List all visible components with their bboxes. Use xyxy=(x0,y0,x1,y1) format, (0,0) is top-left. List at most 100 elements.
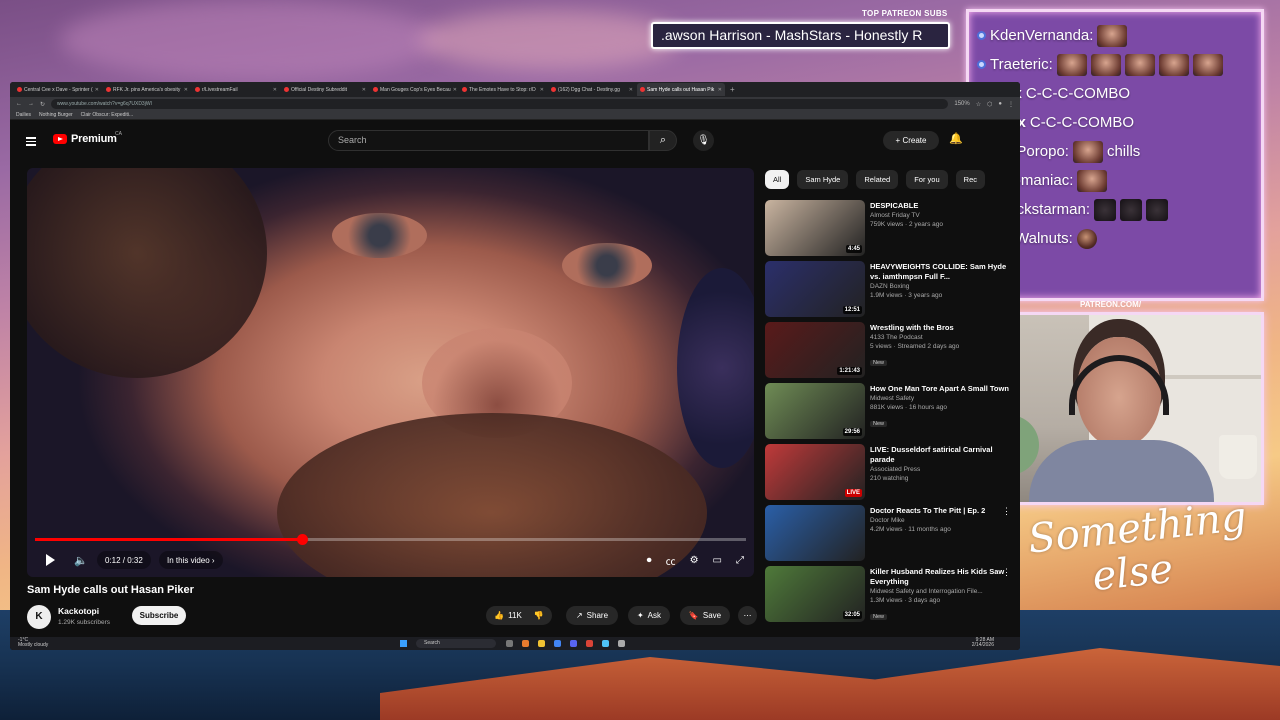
close-tab-icon[interactable]: ✕ xyxy=(95,87,99,93)
theater-mode-icon[interactable]: ▭ xyxy=(713,555,722,566)
recommended-video[interactable]: 32:05 Killer Husband Realizes His Kids Sa… xyxy=(765,565,1015,626)
browser-tab[interactable]: Man Gouges Cop's Eyes Becau ✕ xyxy=(370,83,458,96)
filter-chip[interactable]: For you xyxy=(906,170,948,189)
video-thumbnail[interactable]: 1:21:43 xyxy=(765,322,865,378)
bookmark-item[interactable]: Dailies xyxy=(16,112,31,118)
video-thumbnail[interactable]: 12:51 xyxy=(765,261,865,317)
browser-menu-icon[interactable]: ⋮ xyxy=(1008,101,1014,108)
rec-title[interactable]: Killer Husband Realizes His Kids Saw Eve… xyxy=(870,567,1010,587)
channel-name[interactable]: Kackotopi xyxy=(58,606,99,616)
recommended-video[interactable]: 29:56 How One Man Tore Apart A Small Town… xyxy=(765,382,1015,443)
taskbar-app-icon[interactable] xyxy=(506,640,513,647)
rec-channel[interactable]: 4133 The Podcast xyxy=(870,333,1010,342)
close-tab-icon[interactable]: ✕ xyxy=(540,87,544,93)
close-tab-icon[interactable]: ✕ xyxy=(453,87,457,93)
rec-channel[interactable]: DAZN Boxing xyxy=(870,282,1010,291)
rec-title[interactable]: HEAVYWEIGHTS COLLIDE: Sam Hyde vs. iamth… xyxy=(870,262,1010,282)
close-tab-icon[interactable]: ✕ xyxy=(718,87,722,93)
browser-tab[interactable]: Sam Hyde calls out Hasan Pik ✕ xyxy=(637,83,725,96)
subscribe-button[interactable]: Subscribe xyxy=(132,606,186,625)
thumbs-down-icon[interactable]: 👎 xyxy=(534,606,544,625)
taskbar-app-icon[interactable] xyxy=(586,640,593,647)
search-input[interactable]: Search xyxy=(328,130,649,151)
rec-channel[interactable]: Almost Friday TV xyxy=(870,211,1010,220)
like-count[interactable]: 11K xyxy=(508,606,522,625)
rec-channel[interactable]: Midwest Safety and Interrogation File... xyxy=(870,587,1010,596)
bookmark-item[interactable]: Nothing Burger xyxy=(39,112,73,118)
video-thumbnail[interactable]: 32:05 xyxy=(765,566,865,622)
bell-icon[interactable]: 🔔 xyxy=(949,132,963,145)
rec-title[interactable]: LIVE: Dusseldorf satirical Carnival para… xyxy=(870,445,1010,465)
rec-title[interactable]: Wrestling with the Bros xyxy=(870,323,1010,333)
new-tab-icon[interactable]: + xyxy=(726,85,739,94)
recommended-video[interactable]: 1:21:43 Wrestling with the Bros 4133 The P… xyxy=(765,321,1015,382)
browser-tab[interactable]: The Emotes Have to Stop: r/D ✕ xyxy=(459,83,547,96)
volume-icon[interactable]: 🔈 xyxy=(71,551,91,569)
youtube-logo[interactable]: Premium CA xyxy=(53,131,122,145)
recommended-video[interactable]: 12:51 HEAVYWEIGHTS COLLIDE: Sam Hyde vs. … xyxy=(765,260,1015,321)
video-thumbnail[interactable]: 29:56 xyxy=(765,383,865,439)
browser-tab[interactable]: RFK Jr. pins America's obesity ✕ xyxy=(103,83,191,96)
browser-tab[interactable]: (162) Dgg Chat - Destiny.gg ✕ xyxy=(548,83,636,96)
close-tab-icon[interactable]: ✕ xyxy=(629,87,633,93)
filter-chip[interactable]: Sam Hyde xyxy=(797,170,849,189)
browser-tab[interactable]: r/LivestreamFail ✕ xyxy=(192,83,280,96)
filter-chip[interactable]: All xyxy=(765,170,790,189)
taskbar-app-icon[interactable] xyxy=(602,640,609,647)
rec-channel[interactable]: Associated Press xyxy=(870,465,1010,474)
more-options-icon[interactable]: ⋮ xyxy=(1002,506,1011,517)
filter-chip[interactable]: Related xyxy=(856,170,899,189)
browser-tab[interactable]: Central Cee x Dave - Sprinter (✕ xyxy=(14,83,102,96)
taskbar-app-icon[interactable] xyxy=(554,640,561,647)
rec-channel[interactable]: Doctor Mike xyxy=(870,516,1010,525)
url-field[interactable]: www.youtube.com/watch?v=g6q7UXD3jWI xyxy=(51,99,949,109)
clock[interactable]: 9:28 AM 2/14/2026 xyxy=(972,638,994,648)
filter-chip[interactable]: Rec xyxy=(955,170,985,189)
back-icon[interactable]: ← xyxy=(16,101,22,107)
taskbar-app-icon[interactable] xyxy=(538,640,545,647)
rec-title[interactable]: How One Man Tore Apart A Small Town xyxy=(870,384,1010,394)
taskbar-app-icon[interactable] xyxy=(618,640,625,647)
autoplay-icon[interactable]: ⏺ xyxy=(647,555,652,566)
video-thumbnail[interactable]: 4:45 xyxy=(765,200,865,256)
in-this-video-button[interactable]: In this video › xyxy=(159,551,223,569)
recommended-video[interactable]: 4:45 DESPICABLE Almost Friday TV 759K views… xyxy=(765,199,1015,260)
windows-start-icon[interactable] xyxy=(400,640,407,647)
profile-icon[interactable]: ● xyxy=(998,101,1002,108)
captions-icon[interactable]: ㏄ xyxy=(666,553,676,568)
extensions-icon[interactable]: ⬡ xyxy=(987,101,992,108)
taskbar-app-icon[interactable] xyxy=(570,640,577,647)
more-actions-icon[interactable]: ⋯ xyxy=(738,606,757,625)
zoom-level[interactable]: 150% xyxy=(954,101,969,108)
close-tab-icon[interactable]: ✕ xyxy=(184,87,188,93)
microphone-icon[interactable]: 🎙 xyxy=(693,130,714,151)
recommended-video[interactable]: Doctor Reacts To The Pitt | Ep. 2 Doctor … xyxy=(765,504,1015,565)
play-icon[interactable] xyxy=(40,551,60,569)
star-icon[interactable]: ☆ xyxy=(976,101,981,108)
more-options-icon[interactable]: ⋮ xyxy=(1002,567,1011,578)
hamburger-menu-icon[interactable] xyxy=(26,135,36,146)
progress-scrubber[interactable] xyxy=(296,534,308,545)
rec-channel[interactable]: Midwest Safety xyxy=(870,394,1010,403)
close-tab-icon[interactable]: ✕ xyxy=(273,87,277,93)
search-icon[interactable]: ⌕ xyxy=(649,130,677,151)
close-tab-icon[interactable]: ✕ xyxy=(362,87,366,93)
browser-tab[interactable]: Official Destiny Subreddit ✕ xyxy=(281,83,369,96)
thumbs-up-icon[interactable]: 👍 xyxy=(494,606,504,625)
video-player[interactable]: 🔈 0:12 / 0:32 In this video › ⏺ ㏄ ⚙ ▭ ⤢ xyxy=(27,168,754,577)
taskbar-search[interactable]: Search xyxy=(416,639,496,648)
fullscreen-icon[interactable]: ⤢ xyxy=(736,555,744,566)
channel-avatar[interactable]: K xyxy=(27,605,51,629)
progress-bar[interactable] xyxy=(35,534,746,545)
taskbar-app-icon[interactable] xyxy=(522,640,529,647)
video-thumbnail[interactable] xyxy=(765,505,865,561)
ask-button[interactable]: ✦ Ask xyxy=(628,606,670,625)
share-button[interactable]: ↗ Share xyxy=(566,606,618,625)
recommended-video[interactable]: LIVE LIVE: Dusseldorf satirical Carnival … xyxy=(765,443,1015,504)
save-button[interactable]: 🔖 Save xyxy=(680,606,730,625)
forward-icon[interactable]: → xyxy=(28,101,34,107)
video-thumbnail[interactable]: LIVE xyxy=(765,444,865,500)
rec-title[interactable]: DESPICABLE xyxy=(870,201,1010,211)
reload-icon[interactable]: ↻ xyxy=(40,101,45,108)
settings-gear-icon[interactable]: ⚙ xyxy=(690,555,699,566)
